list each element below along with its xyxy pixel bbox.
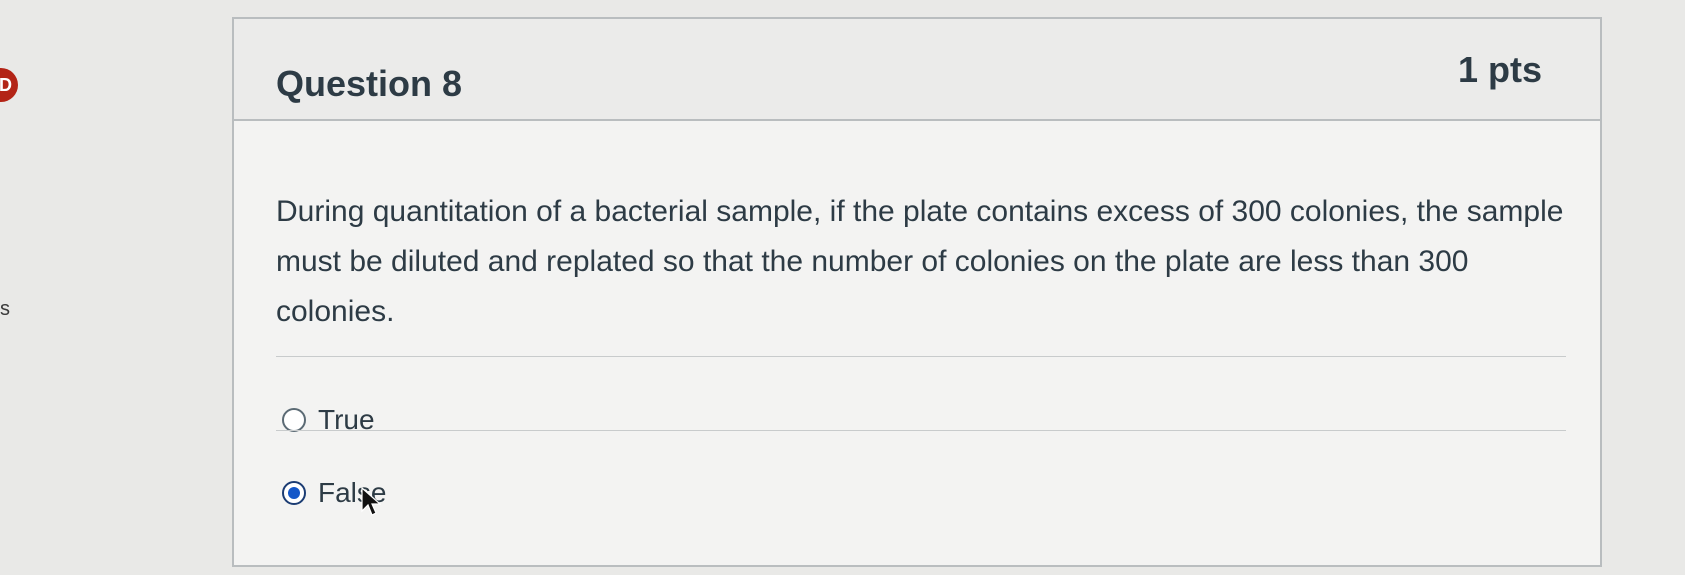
question-title: Question 8 — [276, 63, 463, 104]
question-header: Question 8 1 pts — [234, 19, 1600, 121]
question-text: During quantitation of a bacterial sampl… — [276, 195, 1564, 328]
radio-false-selected[interactable] — [282, 481, 306, 505]
answer-label-true: True — [318, 404, 375, 435]
question-card: Question 8 1 pts During quantitation of … — [232, 17, 1602, 567]
answer-divider — [276, 356, 1566, 357]
mouse-cursor-icon — [361, 487, 381, 516]
sidebar-fragment-text: s — [0, 298, 10, 320]
question-points: 1 pts — [1457, 49, 1542, 90]
radio-true[interactable] — [282, 408, 306, 432]
notification-badge-label: D — [0, 74, 12, 95]
answer-option-true[interactable]: True — [282, 404, 375, 436]
answer-divider — [276, 430, 1566, 431]
notification-badge[interactable]: D — [0, 68, 18, 102]
